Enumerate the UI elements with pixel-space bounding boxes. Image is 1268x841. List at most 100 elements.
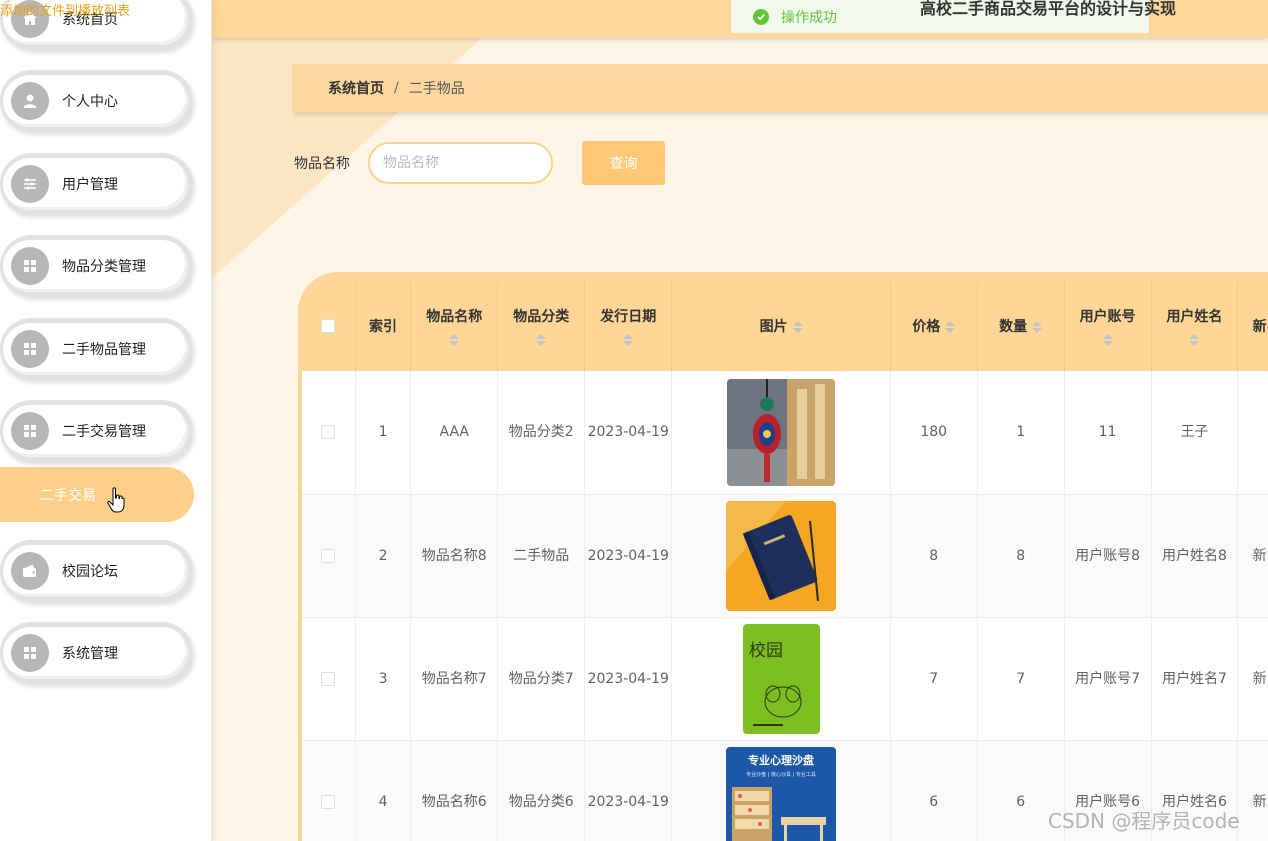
table-row: 2 物品名称8 二手物品 2023-04-19 8 8 用户账号8 用户姓名8 … [302,494,1268,618]
site-title: 高校二手商品交易平台的设计与实现 [920,0,1177,18]
grid-icon [11,634,49,672]
sidebar-item-profile[interactable]: 个人中心 [0,70,193,132]
cell-qty: 7 [977,617,1065,741]
sidebar-item-label: 二手物品管理 [62,342,146,358]
column-header-date[interactable]: 发行日期 [584,281,673,371]
row-checkbox[interactable] [321,425,336,440]
cell-category: 二手物品 [497,494,586,618]
search-label: 物品名称 [294,156,350,172]
notebook-photo[interactable] [726,500,837,611]
sidebar-item-label: 个人中心 [62,94,118,110]
cell-price: 180 [890,371,978,495]
sort-caret-icon [449,334,460,346]
cell-account: 用户账号7 [1064,617,1152,741]
sort-caret-icon [1032,321,1043,333]
sort-caret-icon [623,334,634,346]
check-circle-icon [753,8,769,25]
column-header-qty[interactable]: 数量 [977,281,1065,371]
sidebar-item-forum[interactable]: 校园论坛 [0,540,193,602]
grid-icon [11,412,49,450]
sort-caret-icon [1102,334,1113,346]
cell-price: 6 [890,740,978,841]
sidebar-item-trade[interactable]: 二手交易管理 [0,400,193,462]
wallet-icon [11,552,49,590]
cell-username: 用户姓名7 [1151,617,1239,741]
svg-text:专业沙盘 | 核心沙具 | 专业工具: 专业沙盘 | 核心沙具 | 专业工具 [746,771,816,778]
cell-username: 用户姓名8 [1151,494,1239,618]
grid-icon [11,247,49,285]
sidebar-item-system[interactable]: 系统管理 [0,622,193,684]
cell-price: 7 [890,617,978,741]
sidebar-item-users[interactable]: 用户管理 [0,153,193,215]
cell-name: 物品名称8 [410,494,499,618]
cell-image: 专业心理沙盘 专业沙盘 | 核心沙具 | 专业工具 [671,740,891,841]
main-content: 操作成功 高校二手商品交易平台的设计与实现 系统首页 / 二手物品 物品名称 查… [212,0,1268,841]
sidebar: 系统首页 个人中心 用户管理 物品分类管理 二手物品管理 二手交易管理 二手交易 [0,0,212,841]
cell-account: 用户账号8 [1064,494,1152,618]
sort-caret-icon [536,334,547,346]
sidebar-item-goods[interactable]: 二手物品管理 [0,318,193,380]
cell-username: 王子 [1151,371,1239,495]
submenu-item-trade[interactable]: 二手交易 [0,467,194,522]
cell-extra: 新 [1237,494,1268,618]
cell-account: 11 [1064,371,1152,495]
cell-image: 校园 [671,617,891,741]
sidebar-item-label: 物品分类管理 [62,259,146,275]
column-header-price[interactable]: 价格 [890,281,978,371]
cell-name: AAA [410,371,499,495]
column-header-category[interactable]: 物品分类 [497,281,586,371]
grid-icon [11,330,49,368]
cell-qty: 8 [977,494,1065,618]
breadcrumb: 系统首页 / 二手物品 [292,64,1268,112]
cell-extra [1237,371,1268,495]
column-header-name[interactable]: 物品名称 [410,281,499,371]
select-all-cell[interactable] [302,281,356,371]
sort-caret-icon [945,321,956,333]
cell-category: 物品分类7 [497,617,586,741]
column-header-account[interactable]: 用户账号 [1064,281,1152,371]
column-header-username[interactable]: 用户姓名 [1151,281,1239,371]
sandbox-photo[interactable]: 专业心理沙盘 专业沙盘 | 核心沙具 | 专业工具 [726,746,837,841]
cell-index: 2 [355,494,412,618]
breadcrumb-separator: / [394,80,399,96]
table-header-row: 索引 物品名称 物品分类 发行日期 图片 价格 数量 用户账号 用户姓名 新 [302,281,1268,371]
sidebar-item-label: 用户管理 [62,177,118,193]
cell-extra: 新 [1237,617,1268,741]
cell-date: 2023-04-19 [584,740,673,841]
tassel-photo[interactable] [727,378,836,486]
toast-message: 操作成功 [781,9,837,26]
search-button[interactable]: 查询 [582,141,665,185]
cell-extra: 新 [1237,740,1268,841]
green-book-photo[interactable]: 校园 [742,623,820,734]
row-checkbox[interactable] [321,794,336,809]
breadcrumb-home[interactable]: 系统首页 [328,78,384,98]
cell-image [671,494,891,618]
sidebar-item-label: 系统管理 [62,646,118,662]
cell-name: 物品名称7 [410,617,499,741]
column-header-extra: 新 [1237,281,1268,371]
cell-name: 物品名称6 [410,740,499,841]
select-all-checkbox[interactable] [321,319,336,333]
cell-index: 1 [355,371,412,495]
watermark-text: CSDN @程序员code [1048,809,1240,833]
breadcrumb-current: 二手物品 [408,81,465,97]
user-icon [11,82,49,120]
cell-date: 2023-04-19 [584,617,673,741]
column-header-index: 索引 [355,281,412,371]
hand-cursor-icon [107,487,125,513]
sort-caret-icon [792,321,803,333]
table-row: 3 物品名称7 物品分类7 2023-04-19 校园 7 7 用户账号7 用户… [302,617,1268,741]
svg-text:专业心理沙盘: 专业心理沙盘 [748,753,814,767]
row-checkbox[interactable] [321,548,336,563]
cell-index: 3 [355,617,412,741]
sidebar-item-label: 校园论坛 [62,564,118,580]
sort-caret-icon [1189,334,1200,346]
overlay-notice-text: 添加的文件到播放列表 [0,4,131,19]
sidebar-item-category[interactable]: 物品分类管理 [0,235,193,297]
table-row: 1 AAA 物品分类2 2023-04-19 180 1 11 王子 [302,371,1268,495]
row-checkbox[interactable] [321,671,336,686]
cell-qty: 1 [977,371,1065,495]
column-header-image[interactable]: 图片 [671,281,891,371]
search-input[interactable] [368,142,553,184]
cell-price: 8 [890,494,978,618]
